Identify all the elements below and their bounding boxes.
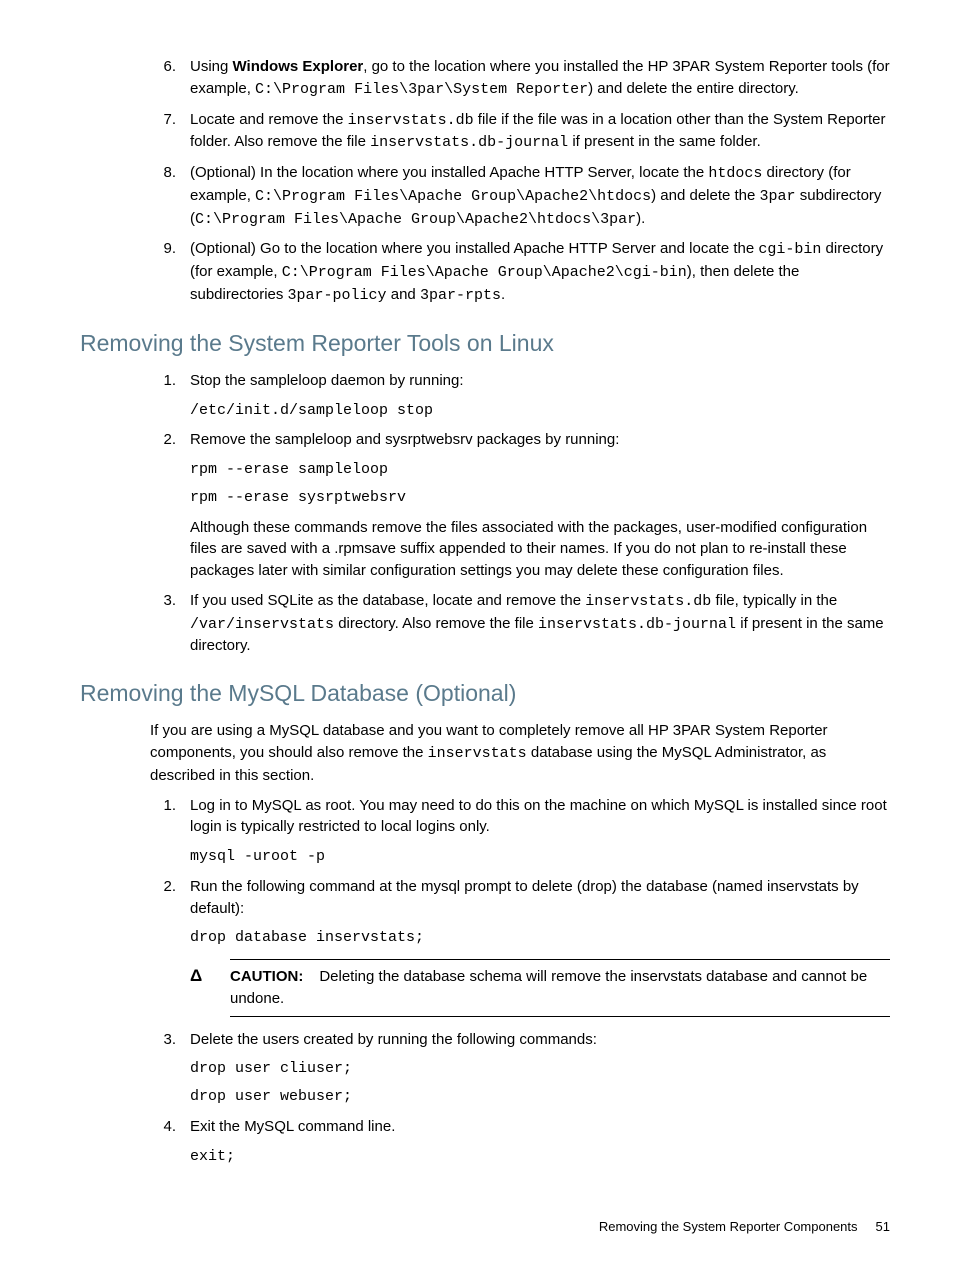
list-item: 1. Log in to MySQL as root. You may need … — [150, 795, 890, 868]
list-item-body: Locate and remove the inservstats.db fil… — [190, 111, 886, 151]
list-number: 1. — [150, 370, 176, 392]
section-heading-mysql: Removing the MySQL Database (Optional) — [80, 677, 890, 710]
list-number: 1. — [150, 795, 176, 817]
code-block: /etc/init.d/sampleloop stop — [190, 400, 890, 422]
inline-code: inservstats.db-journal — [370, 134, 568, 151]
list-item: 2. Remove the sampleloop and sysrptwebsrv… — [150, 429, 890, 582]
bold-text: Windows Explorer — [233, 58, 364, 75]
list-item-body: If you used SQLite as the database, loca… — [190, 590, 890, 657]
list-item: 7. Locate and remove the inservstats.db f… — [150, 109, 890, 155]
top-ordered-list: 6. Using Windows Explorer, go to the loca… — [150, 56, 890, 307]
paragraph: Log in to MySQL as root. You may need to… — [190, 795, 890, 839]
list-item-body: Using Windows Explorer, go to the locati… — [190, 58, 890, 97]
list-number: 3. — [150, 1029, 176, 1051]
inline-code: htdocs — [708, 165, 762, 182]
list-item: 6. Using Windows Explorer, go to the loca… — [150, 56, 890, 101]
list-item: 3. Delete the users created by running th… — [150, 1029, 890, 1108]
list-number: 2. — [150, 876, 176, 898]
inline-code: C:\Program Files\3par\System Reporter — [255, 81, 588, 98]
list-number: 7. — [150, 109, 176, 131]
inline-code: inservstats.db — [348, 112, 474, 129]
list-item: 1. Stop the sampleloop daemon by running:… — [150, 370, 890, 422]
paragraph: Remove the sampleloop and sysrptwebsrv p… — [190, 429, 890, 451]
section-heading-linux: Removing the System Reporter Tools on Li… — [80, 327, 890, 360]
mysql-intro-paragraph: If you are using a MySQL database and yo… — [150, 720, 890, 786]
caution-box: ΔCAUTION:Deleting the database schema wi… — [230, 959, 890, 1017]
list-item-body: Exit the MySQL command line. exit; — [190, 1116, 890, 1168]
mysql-section: If you are using a MySQL database and yo… — [150, 720, 890, 1167]
list-item: 4. Exit the MySQL command line. exit; — [150, 1116, 890, 1168]
list-number: 3. — [150, 590, 176, 612]
inline-code: 3par — [760, 188, 796, 205]
list-item-body: Run the following command at the mysql p… — [190, 876, 890, 1017]
footer-text: Removing the System Reporter Components — [599, 1218, 858, 1237]
inline-code: /var/inservstats — [190, 616, 334, 633]
list-item-body: Remove the sampleloop and sysrptwebsrv p… — [190, 429, 890, 582]
list-number: 2. — [150, 429, 176, 451]
list-item-body: (Optional) In the location where you ins… — [190, 164, 881, 227]
list-item-body: Stop the sampleloop daemon by running: /e… — [190, 370, 890, 422]
list-number: 4. — [150, 1116, 176, 1138]
list-item-body: Log in to MySQL as root. You may need to… — [190, 795, 890, 868]
list-item: 3. If you used SQLite as the database, lo… — [150, 590, 890, 657]
inline-code: inservstats.db-journal — [538, 616, 736, 633]
inline-code: 3par-rpts — [420, 287, 501, 304]
list-number: 6. — [150, 56, 176, 78]
code-block: mysql -uroot -p — [190, 846, 890, 868]
list-item-body: (Optional) Go to the location where you … — [190, 240, 883, 303]
paragraph: If you used SQLite as the database, loca… — [190, 590, 890, 657]
code-block: drop database inservstats; — [190, 927, 890, 949]
paragraph: Exit the MySQL command line. — [190, 1116, 890, 1138]
list-number: 9. — [150, 238, 176, 260]
caution-icon: Δ — [190, 964, 202, 989]
code-block: rpm --erase sysrptwebsrv — [190, 487, 890, 509]
caution-text: Deleting the database schema will remove… — [230, 968, 867, 1007]
list-number: 8. — [150, 162, 176, 184]
code-block: drop user webuser; — [190, 1086, 890, 1108]
code-block: rpm --erase sampleloop — [190, 459, 890, 481]
footer-page-number: 51 — [876, 1218, 890, 1237]
code-block: exit; — [190, 1146, 890, 1168]
caution-label: CAUTION: — [230, 968, 303, 985]
paragraph: Although these commands remove the files… — [190, 517, 890, 582]
inline-code: inservstats.db — [585, 593, 711, 610]
list-item: 9. (Optional) Go to the location where yo… — [150, 238, 890, 306]
inline-code: C:\Program Files\Apache Group\Apache2\ht… — [255, 188, 651, 205]
list-item: 2. Run the following command at the mysql… — [150, 876, 890, 1017]
paragraph: Stop the sampleloop daemon by running: — [190, 370, 890, 392]
inline-code: C:\Program Files\Apache Group\Apache2\ht… — [195, 211, 636, 228]
inline-code: cgi-bin — [758, 241, 821, 258]
page-footer: Removing the System Reporter Components … — [599, 1218, 890, 1237]
list-item: 8. (Optional) In the location where you i… — [150, 162, 890, 230]
paragraph: Run the following command at the mysql p… — [190, 876, 890, 920]
inline-code: 3par-policy — [288, 287, 387, 304]
linux-ordered-list: 1. Stop the sampleloop daemon by running:… — [150, 370, 890, 657]
inline-code: C:\Program Files\Apache Group\Apache2\cg… — [282, 264, 687, 281]
code-block: drop user cliuser; — [190, 1058, 890, 1080]
paragraph: Delete the users created by running the … — [190, 1029, 890, 1051]
inline-code: inservstats — [428, 745, 527, 762]
list-item-body: Delete the users created by running the … — [190, 1029, 890, 1108]
